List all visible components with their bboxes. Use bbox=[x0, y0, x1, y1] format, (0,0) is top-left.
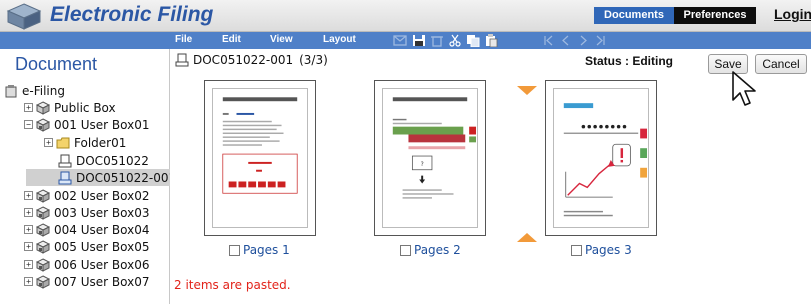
page-count: (3/3) bbox=[299, 53, 328, 67]
mouse-pointer-icon bbox=[732, 71, 756, 106]
login-link[interactable]: Login bbox=[774, 6, 811, 22]
user-box-icon bbox=[36, 239, 50, 254]
prev-page-icon[interactable] bbox=[560, 34, 572, 47]
menu-view[interactable]: View bbox=[270, 34, 293, 45]
user-box-icon bbox=[36, 274, 50, 289]
tree-item-label: 002 User Box02 bbox=[54, 188, 150, 203]
paste-icon[interactable] bbox=[484, 34, 498, 47]
tab-preferences[interactable]: Preferences bbox=[674, 7, 756, 24]
efiling-icon bbox=[5, 84, 17, 97]
cancel-button[interactable]: Cancel bbox=[755, 54, 807, 74]
menu-bar: File Edit View Layout bbox=[0, 32, 811, 49]
page-1-checkbox[interactable] bbox=[229, 244, 240, 256]
tree-item-label: 004 User Box04 bbox=[54, 222, 150, 237]
svg-text:?: ? bbox=[421, 162, 424, 168]
page-3-preview bbox=[553, 88, 649, 228]
tree-item-label: 001 User Box01 bbox=[54, 117, 150, 132]
page-thumbnail-1[interactable] bbox=[204, 80, 316, 236]
document-info: DOC051022-001 (3/3) bbox=[175, 53, 328, 67]
page-2-checkbox[interactable] bbox=[400, 244, 411, 256]
user-box-icon bbox=[36, 117, 50, 132]
page-3-select[interactable]: Pages 3 bbox=[571, 243, 632, 257]
expand-icon[interactable]: + bbox=[24, 225, 33, 234]
status-text: Status : Editing bbox=[585, 54, 673, 68]
tree-item-user-box-05[interactable]: + 005 User Box05 bbox=[24, 238, 149, 255]
cube-logo-icon bbox=[6, 3, 42, 30]
menu-edit[interactable]: Edit bbox=[222, 34, 241, 45]
app-header: Electronic Filing Documents Preferences … bbox=[0, 0, 811, 32]
page-1-label: Pages 1 bbox=[243, 243, 290, 257]
expand-icon[interactable]: + bbox=[44, 138, 53, 147]
user-box-icon bbox=[36, 205, 50, 220]
copy-icon[interactable] bbox=[466, 34, 480, 47]
page-thumbnail-2[interactable]: ? bbox=[374, 80, 486, 236]
tree-item-label: 007 User Box07 bbox=[54, 274, 150, 289]
user-box-icon bbox=[36, 222, 50, 237]
tree-item-user-box-07[interactable]: + 007 User Box07 bbox=[24, 273, 149, 290]
tree-item-user-box-06[interactable]: + 006 User Box06 bbox=[24, 256, 149, 273]
tree-item-label: Public Box bbox=[54, 100, 116, 115]
tree-item-user-box-02[interactable]: + 002 User Box02 bbox=[24, 187, 149, 204]
save-icon[interactable] bbox=[412, 34, 426, 47]
document-icon bbox=[58, 171, 72, 184]
document-icon bbox=[175, 53, 189, 67]
page-1-preview bbox=[212, 88, 308, 228]
first-page-icon[interactable] bbox=[543, 34, 555, 47]
page-thumbnail-3[interactable] bbox=[545, 80, 657, 236]
page-2-label: Pages 2 bbox=[414, 243, 461, 257]
page-2-preview: ? bbox=[382, 88, 478, 228]
box-icon bbox=[36, 100, 50, 115]
tree-item-folder01[interactable]: + Folder01 bbox=[44, 134, 126, 151]
tree-item-label: DOC051022 bbox=[76, 153, 149, 168]
expand-icon[interactable]: + bbox=[24, 260, 33, 269]
tree-item-doc051022-001[interactable]: DOC051022-001 bbox=[26, 169, 170, 186]
last-page-icon[interactable] bbox=[594, 34, 606, 47]
expand-icon[interactable]: + bbox=[24, 242, 33, 251]
tree-item-label: 006 User Box06 bbox=[54, 257, 150, 272]
menu-file[interactable]: File bbox=[175, 34, 192, 45]
cut-icon[interactable] bbox=[448, 34, 462, 47]
page-2-select[interactable]: Pages 2 bbox=[400, 243, 461, 257]
tree-item-label: DOC051022-001 bbox=[76, 170, 170, 185]
app-title: Electronic Filing bbox=[50, 3, 214, 26]
expand-icon[interactable]: + bbox=[24, 103, 33, 112]
delete-icon[interactable] bbox=[430, 34, 444, 47]
page-3-label: Pages 3 bbox=[585, 243, 632, 257]
user-box-icon bbox=[36, 188, 50, 203]
tree-item-label: 003 User Box03 bbox=[54, 205, 150, 220]
document-icon bbox=[58, 154, 72, 167]
tree-item-label: e-Filing bbox=[22, 83, 65, 98]
tab-documents[interactable]: Documents bbox=[594, 7, 674, 24]
page-1-select[interactable]: Pages 1 bbox=[229, 243, 290, 257]
expand-icon[interactable]: + bbox=[24, 277, 33, 286]
document-name: DOC051022-001 bbox=[193, 53, 294, 67]
document-tree-panel: Document e-Filing + Public Box − 001 Use… bbox=[0, 49, 170, 304]
insert-marker-down-icon bbox=[517, 86, 537, 95]
tree-item-label: 005 User Box05 bbox=[54, 239, 150, 254]
tree-item-user-box-01[interactable]: − 001 User Box01 bbox=[24, 116, 149, 133]
tree-item-user-box-03[interactable]: + 003 User Box03 bbox=[24, 204, 149, 221]
tree-item-doc051022[interactable]: DOC051022 bbox=[58, 152, 149, 169]
paste-status-message: 2 items are pasted. bbox=[174, 278, 291, 292]
user-box-icon bbox=[36, 257, 50, 272]
folder-icon bbox=[56, 137, 70, 148]
insert-marker-up-icon bbox=[517, 233, 537, 242]
collapse-icon[interactable]: − bbox=[24, 120, 33, 129]
tree-item-efiling[interactable]: e-Filing bbox=[4, 82, 65, 99]
next-page-icon[interactable] bbox=[577, 34, 589, 47]
page-3-checkbox[interactable] bbox=[571, 244, 582, 256]
tree-item-label: Folder01 bbox=[74, 135, 127, 150]
message-icon[interactable] bbox=[393, 34, 407, 47]
menu-layout[interactable]: Layout bbox=[323, 34, 356, 45]
panel-title: Document bbox=[15, 54, 98, 74]
expand-icon[interactable]: + bbox=[24, 191, 33, 200]
tree-item-user-box-04[interactable]: + 004 User Box04 bbox=[24, 221, 149, 238]
expand-icon[interactable]: + bbox=[24, 208, 33, 217]
tree-item-public-box[interactable]: + Public Box bbox=[24, 99, 116, 116]
